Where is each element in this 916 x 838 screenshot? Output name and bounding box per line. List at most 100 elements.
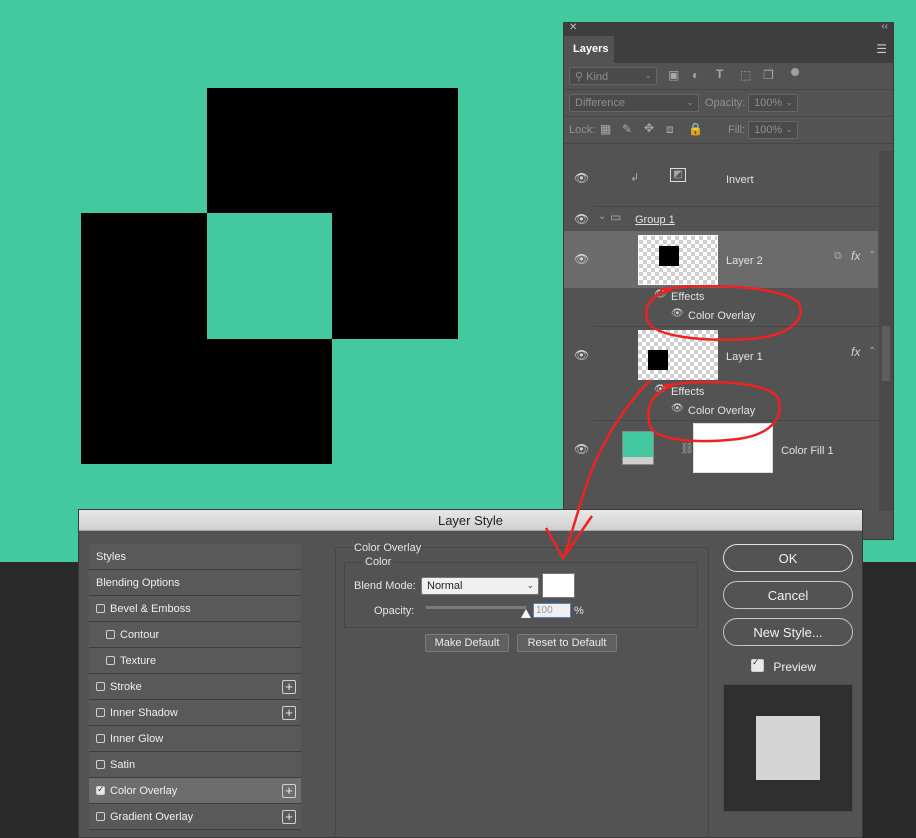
layer2-color-overlay-row[interactable]: 👁 Color Overlay (564, 307, 878, 326)
layer-row-invert[interactable]: 👁 ↲ ◩ Invert (564, 151, 878, 206)
layer-row-group1[interactable]: 👁 ⌄ ▭ Group 1 (564, 207, 878, 230)
add-style-plus-icon[interactable]: + (282, 680, 296, 694)
style-checkbox[interactable] (96, 604, 105, 613)
style-item-label: Styles (96, 551, 126, 563)
fx-icon[interactable]: fx (851, 345, 860, 359)
overlay-color-swatch[interactable] (542, 573, 575, 598)
tab-layers[interactable]: Layers (564, 36, 614, 63)
layer1-effects-row[interactable]: 👁 Effects (564, 383, 878, 402)
link-chain-icon[interactable]: ⛓ (680, 442, 694, 455)
close-icon[interactable]: ✕ (569, 22, 577, 33)
image-filter-icon[interactable]: ▣ (668, 68, 679, 82)
style-item[interactable]: Blending Options (89, 570, 301, 596)
layer2-effects-row[interactable]: 👁 Effects (564, 288, 878, 307)
style-item[interactable]: Texture (89, 648, 301, 674)
visibility-eye-icon[interactable]: 👁 (574, 212, 589, 226)
style-item[interactable]: Inner Glow (89, 726, 301, 752)
style-item[interactable]: Gradient Overlay + (89, 804, 301, 830)
new-style-button[interactable]: New Style... (723, 618, 853, 646)
style-item[interactable]: Stroke + (89, 674, 301, 700)
effects-eye-icon[interactable]: 👁 (654, 289, 667, 300)
add-style-plus-icon[interactable]: + (282, 706, 296, 720)
layers-panel: ✕ ‹‹ Layers ☰ ⚲ Kind ⌄ ▣ ◐ T ⬚ ❐ Differe… (563, 21, 894, 540)
layer-row-colorfill[interactable]: 👁 ⛓ Color Fill 1 (564, 421, 878, 477)
collapse-icon[interactable]: ‹‹ (881, 21, 888, 32)
chevron-up-icon[interactable]: ⌃ (868, 250, 876, 261)
style-item[interactable]: Bevel & Emboss (89, 596, 301, 622)
layer1-thumbnail[interactable] (638, 330, 718, 380)
shape-filter-icon[interactable]: ⬚ (740, 68, 751, 82)
chevron-down-icon[interactable]: ⌄ (598, 211, 606, 222)
kind-filter-dropdown[interactable]: ⚲ Kind ⌄ (569, 67, 657, 85)
layer2-thumbnail[interactable] (638, 235, 718, 285)
visibility-eye-icon[interactable]: 👁 (574, 171, 589, 185)
layer-name-layer2: Layer 2 (726, 255, 763, 267)
style-checkbox[interactable] (96, 784, 105, 795)
layer-row-layer2[interactable]: 👁 Layer 2 ⧉ fx ⌃ (564, 231, 878, 288)
visibility-eye-icon[interactable]: 👁 (574, 252, 589, 266)
layer2-thumb-square (659, 246, 679, 266)
style-checkbox[interactable] (106, 656, 115, 665)
add-style-plus-icon[interactable]: + (282, 810, 296, 824)
style-item[interactable]: Styles (89, 544, 301, 570)
opacity-slider-knob[interactable] (521, 609, 531, 618)
style-checkbox[interactable] (96, 708, 105, 717)
smart-object-filter-icon[interactable]: ❐ (763, 68, 774, 82)
effects-eye-icon[interactable]: 👁 (654, 384, 667, 395)
mask-thumbnail[interactable] (693, 423, 773, 473)
lock-transparent-icon[interactable]: ▦ (600, 122, 611, 136)
adjustment-filter-icon[interactable]: ◐ (692, 68, 699, 82)
lock-paint-icon[interactable]: ✎ (622, 122, 632, 136)
style-item[interactable]: Satin (89, 752, 301, 778)
make-default-button[interactable]: Make Default (425, 634, 509, 652)
color-overlay-effect-label: Color Overlay (688, 405, 756, 417)
lock-all-icon[interactable]: 🔒 (688, 122, 703, 136)
scrollbar-thumb[interactable] (882, 326, 890, 381)
ok-button[interactable]: OK (723, 544, 853, 572)
lock-artboard-icon[interactable]: ⧈ (666, 122, 674, 137)
filter-toggle-icon[interactable] (791, 68, 799, 76)
opacity-input[interactable]: 100 (533, 603, 571, 618)
type-filter-icon[interactable]: T (716, 67, 723, 81)
preview-checkbox[interactable] (751, 657, 764, 672)
layer1-color-overlay-row[interactable]: 👁 Color Overlay (564, 402, 878, 421)
style-checkbox[interactable] (96, 760, 105, 769)
preview-toggle[interactable]: Preview (751, 657, 816, 674)
fill-color-thumbnail[interactable] (622, 431, 654, 465)
search-icon: ⚲ (575, 71, 584, 83)
linked-smart-icon: ⧉ (834, 250, 842, 262)
style-checkbox[interactable] (106, 630, 115, 639)
chevron-up-icon[interactable]: ⌃ (868, 346, 876, 357)
layer-row-layer1[interactable]: 👁 Layer 1 fx ⌃ (564, 327, 878, 383)
style-item[interactable]: Inner Shadow + (89, 700, 301, 726)
style-item-label: Gradient Overlay (110, 811, 194, 823)
fill-field[interactable]: 100% ⌄ (748, 121, 798, 139)
visibility-eye-icon[interactable]: 👁 (574, 348, 589, 362)
layer-name-group1: Group 1 (635, 214, 675, 226)
chevron-down-icon: ⌄ (785, 97, 793, 107)
add-style-plus-icon[interactable]: + (282, 784, 296, 798)
effect-eye-icon[interactable]: 👁 (671, 308, 684, 319)
layers-scrollbar[interactable] (879, 151, 893, 511)
fx-icon[interactable]: fx (851, 249, 860, 263)
effects-label: Effects (671, 386, 705, 398)
style-checkbox[interactable] (96, 734, 105, 743)
panel-tab-row: Layers ☰ (564, 36, 893, 63)
style-checkbox[interactable] (96, 812, 105, 821)
style-checkbox[interactable] (96, 682, 105, 691)
fill-value: 100% (754, 124, 783, 136)
opacity-field[interactable]: 100% ⌄ (748, 94, 798, 112)
visibility-eye-icon[interactable]: 👁 (574, 442, 589, 456)
panel-menu-icon[interactable]: ☰ (876, 42, 887, 56)
cancel-button[interactable]: Cancel (723, 581, 853, 609)
style-item[interactable]: Contour (89, 622, 301, 648)
opacity-slider-track[interactable] (426, 606, 526, 609)
opacity-unit: % (574, 605, 584, 617)
chevron-down-icon: ⌄ (644, 70, 652, 80)
style-item[interactable]: Color Overlay + (89, 778, 301, 804)
blend-mode-dropdown[interactable]: Difference ⌄ (569, 94, 699, 112)
blend-mode-select[interactable]: Normal ⌄ (421, 577, 539, 595)
lock-position-icon[interactable]: ✥ (644, 121, 654, 135)
reset-default-button[interactable]: Reset to Default (517, 634, 617, 652)
effect-eye-icon[interactable]: 👁 (671, 403, 684, 414)
